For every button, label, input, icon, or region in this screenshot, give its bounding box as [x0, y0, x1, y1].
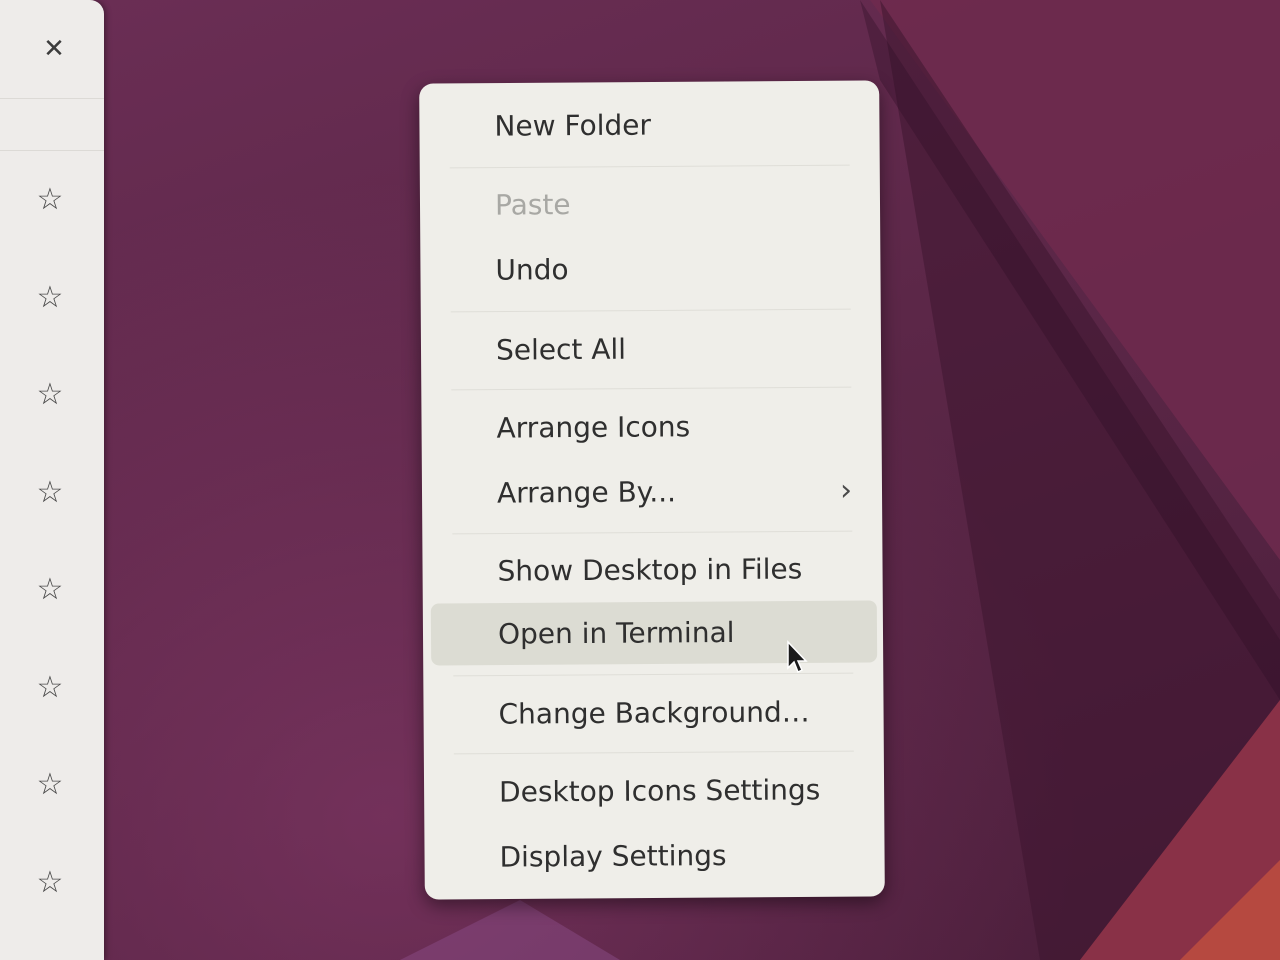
- star-icon[interactable]: ☆: [30, 765, 70, 805]
- menu-item-arrange-by[interactable]: Arrange By... ›: [430, 459, 876, 524]
- menu-item-open-in-terminal[interactable]: Open in Terminal: [430, 600, 878, 666]
- star-icon[interactable]: ☆: [30, 863, 70, 903]
- desktop-context-menu: New Folder Paste Undo Select All Arrange…: [419, 80, 885, 900]
- star-icon[interactable]: ☆: [30, 668, 70, 708]
- menu-item-label: Select All: [495, 332, 627, 367]
- menu-item-new-folder[interactable]: New Folder: [427, 92, 873, 157]
- star-icon[interactable]: ☆: [30, 180, 70, 220]
- menu-separator: [449, 164, 850, 169]
- menu-item-paste: Paste: [428, 171, 874, 236]
- menu-item-undo[interactable]: Undo: [428, 236, 874, 301]
- menu-item-label: Arrange Icons: [496, 410, 691, 445]
- menu-item-label: Arrange By...: [496, 475, 677, 510]
- side-panel: ✕ ☆ ☆ ☆ ☆ ☆ ☆ ☆ ☆: [0, 0, 104, 960]
- menu-item-desktop-icons-settings[interactable]: Desktop Icons Settings: [432, 758, 878, 823]
- menu-separator: [453, 750, 854, 755]
- menu-item-label: Desktop Icons Settings: [498, 773, 821, 809]
- menu-item-label: New Folder: [494, 108, 652, 143]
- star-icon[interactable]: ☆: [30, 375, 70, 415]
- menu-item-change-background[interactable]: Change Background…: [431, 680, 877, 745]
- chevron-right-icon: ›: [839, 473, 853, 509]
- menu-item-select-all[interactable]: Select All: [429, 316, 875, 381]
- menu-separator: [450, 308, 851, 313]
- menu-item-label: Open in Terminal: [497, 615, 735, 651]
- menu-item-label: Change Background…: [498, 695, 810, 731]
- menu-item-label: Show Desktop in Files: [497, 552, 803, 588]
- menu-separator: [451, 386, 852, 391]
- menu-item-arrange-icons[interactable]: Arrange Icons: [429, 394, 875, 459]
- menu-separator: [452, 530, 853, 535]
- panel-divider: [0, 150, 104, 151]
- menu-item-show-desktop-in-files[interactable]: Show Desktop in Files: [430, 537, 876, 602]
- star-icon[interactable]: ☆: [30, 570, 70, 610]
- star-icon[interactable]: ☆: [30, 278, 70, 318]
- menu-item-label: Undo: [495, 253, 569, 287]
- panel-divider: [0, 98, 104, 99]
- menu-item-label: Display Settings: [499, 838, 727, 874]
- star-icon[interactable]: ☆: [30, 473, 70, 513]
- menu-item-label: Paste: [494, 188, 571, 222]
- mouse-pointer-icon: [787, 640, 808, 674]
- menu-item-display-settings[interactable]: Display Settings: [432, 823, 878, 888]
- close-icon[interactable]: ✕: [36, 32, 72, 66]
